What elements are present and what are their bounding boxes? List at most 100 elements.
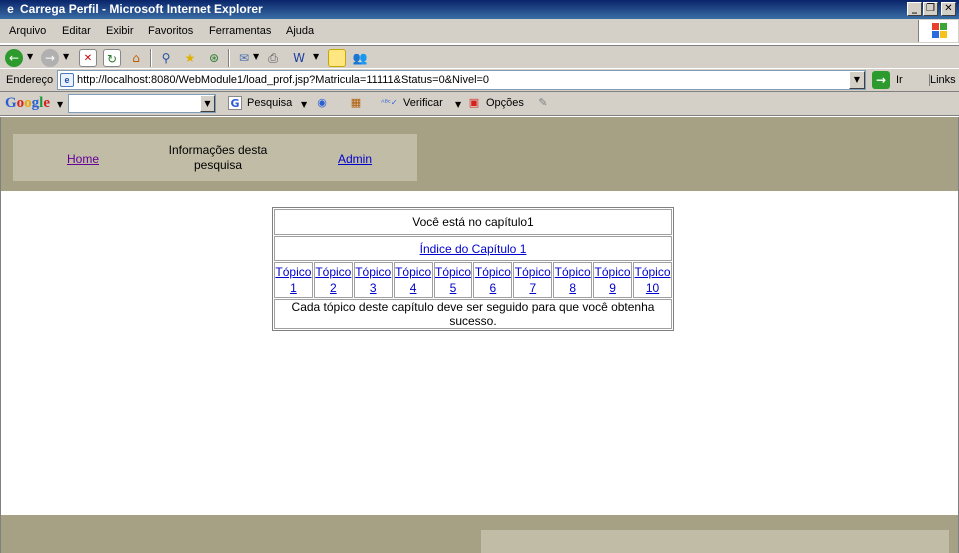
page-viewport: Home Informações desta pesquisa Admin Vo… <box>0 117 959 553</box>
topic-link-2[interactable]: Tópico 2 <box>315 265 351 295</box>
topic-word[interactable]: Tópico <box>275 265 311 279</box>
topic-word[interactable]: Tópico <box>355 265 391 279</box>
menu-favoritos[interactable]: Favoritos <box>148 25 193 37</box>
topic-cell: Tópico 2 <box>313 262 353 298</box>
address-url[interactable]: http://localhost:8080/WebModule1/load_pr… <box>77 74 489 86</box>
topic-number[interactable]: 5 <box>450 281 457 295</box>
topic-cell: Tópico 5 <box>433 262 473 298</box>
google-search-dropdown-icon[interactable]: ▼ <box>200 95 215 112</box>
topic-word[interactable]: Tópico <box>435 265 471 279</box>
topic-number[interactable]: 10 <box>646 281 659 295</box>
admin-link[interactable]: Admin <box>338 152 372 166</box>
menu-bar: Arquivo Editar Exibir Favoritos Ferramen… <box>0 19 959 44</box>
topic-number[interactable]: 2 <box>330 281 337 295</box>
options-icon[interactable]: ▣ <box>466 95 482 111</box>
ie-icon: e <box>7 2 14 16</box>
topic-number[interactable]: 1 <box>290 281 297 295</box>
topic-word[interactable]: Tópico <box>555 265 591 279</box>
restore-button[interactable]: ❐ <box>923 2 938 16</box>
topic-word[interactable]: Tópico <box>595 265 631 279</box>
go-button[interactable]: Ir <box>896 74 903 86</box>
menu-editar[interactable]: Editar <box>62 25 91 37</box>
messenger-icon[interactable]: 👥 <box>351 49 369 67</box>
google-search-button[interactable]: Pesquisa <box>247 97 292 109</box>
window-title: Carrega Perfil - Microsoft Internet Expl… <box>20 2 263 16</box>
topic-word[interactable]: Tópico <box>634 265 670 279</box>
forward-icon[interactable]: → <box>41 49 59 67</box>
topic-number[interactable]: 9 <box>609 281 616 295</box>
page-footer <box>1 515 958 553</box>
home-link[interactable]: Home <box>67 152 99 166</box>
google-search-input[interactable]: ▼ <box>68 94 216 113</box>
minimize-button[interactable]: _ <box>907 2 922 16</box>
globe-icon[interactable]: ◉ <box>314 95 330 111</box>
menu-ferramentas[interactable]: Ferramentas <box>209 25 271 37</box>
go-icon[interactable]: → <box>872 71 890 89</box>
topic-link-1[interactable]: Tópico 1 <box>275 265 311 295</box>
topic-cell: Tópico 10 <box>633 262 672 298</box>
close-button[interactable]: ✕ <box>941 2 956 16</box>
menu-exibir[interactable]: Exibir <box>106 25 134 37</box>
google-search-button-dropdown-icon[interactable]: ▼ <box>301 100 307 109</box>
edit-dropdown-icon[interactable]: ▼ <box>313 52 319 61</box>
verify-button[interactable]: Verificar <box>403 97 443 109</box>
mail-icon[interactable]: ✉ <box>235 49 253 67</box>
home-icon[interactable]: ⌂ <box>127 49 145 67</box>
topic-cell: Tópico 7 <box>513 262 553 298</box>
topic-cell: Tópico 1 <box>274 262 313 298</box>
topic-word[interactable]: Tópico <box>475 265 511 279</box>
favorites-icon[interactable]: ★ <box>181 49 199 67</box>
chapter-table: Você está no capítulo1 Índice do Capítul… <box>272 207 674 331</box>
mail-dropdown-icon[interactable]: ▼ <box>253 52 259 61</box>
chapter-index-cell: Índice do Capítulo 1 <box>274 236 672 261</box>
topic-cell: Tópico 6 <box>473 262 513 298</box>
links-button[interactable]: Links <box>929 74 956 86</box>
google-logo[interactable]: Google <box>5 95 50 112</box>
topic-word[interactable]: Tópico <box>515 265 551 279</box>
topic-link-9[interactable]: Tópico 9 <box>595 265 631 295</box>
google-search-icon[interactable]: G <box>228 96 242 110</box>
google-toolbar: Google ▼ ▼ G Pesquisa ▼ ◉ ▦ ᴬᴮᶜ✓ Verific… <box>0 92 959 116</box>
topic-link-3[interactable]: Tópico 3 <box>355 265 391 295</box>
page-icon: e <box>60 73 74 87</box>
address-label: Endereço <box>6 74 54 86</box>
search-icon[interactable]: ⚲ <box>157 49 175 67</box>
topic-link-8[interactable]: Tópico 8 <box>555 265 591 295</box>
title-bar: e Carrega Perfil - Microsoft Internet Ex… <box>0 0 959 19</box>
pencil-icon[interactable]: ✎ <box>535 95 551 111</box>
menu-arquivo[interactable]: Arquivo <box>9 25 46 37</box>
topic-number[interactable]: 6 <box>490 281 497 295</box>
history-icon[interactable]: ⊛ <box>205 49 223 67</box>
address-bar: Endereço e http://localhost:8080/WebModu… <box>0 69 959 92</box>
refresh-icon[interactable]: ↻ <box>103 49 121 67</box>
chapter-index-link[interactable]: Índice do Capítulo 1 <box>420 242 527 256</box>
topic-number[interactable]: 3 <box>370 281 377 295</box>
topic-number[interactable]: 7 <box>529 281 536 295</box>
topic-row: Tópico 1 Tópico 2 Tópico 3 Tópico 4 Tópico 5 Tópic… <box>274 262 672 298</box>
forward-dropdown-icon[interactable]: ▼ <box>63 52 69 61</box>
topic-number[interactable]: 8 <box>569 281 576 295</box>
spellcheck-icon[interactable]: ᴬᴮᶜ✓ <box>381 95 398 111</box>
topic-link-5[interactable]: Tópico 5 <box>435 265 471 295</box>
topic-link-7[interactable]: Tópico 7 <box>515 265 551 295</box>
topic-word[interactable]: Tópico <box>395 265 431 279</box>
topic-link-6[interactable]: Tópico 6 <box>475 265 511 295</box>
print-icon[interactable]: ⎙ <box>264 49 282 67</box>
topic-link-10[interactable]: Tópico 10 <box>634 265 670 295</box>
address-input[interactable]: e http://localhost:8080/WebModule1/load_… <box>57 70 866 90</box>
verify-dropdown-icon[interactable]: ▼ <box>455 100 461 109</box>
topic-number[interactable]: 4 <box>410 281 417 295</box>
topic-cell: Tópico 8 <box>553 262 593 298</box>
back-dropdown-icon[interactable]: ▼ <box>27 52 33 61</box>
popup-blocker-icon[interactable]: ▦ <box>348 95 364 111</box>
stop-icon[interactable]: ✕ <box>79 49 97 67</box>
options-button[interactable]: Opções <box>486 97 524 109</box>
menu-ajuda[interactable]: Ajuda <box>286 25 314 37</box>
address-dropdown-icon[interactable]: ▼ <box>849 71 865 89</box>
google-menu-dropdown-icon[interactable]: ▼ <box>57 100 63 109</box>
edit-icon[interactable]: W <box>290 49 308 67</box>
discuss-icon[interactable] <box>328 49 346 67</box>
topic-link-4[interactable]: Tópico 4 <box>395 265 431 295</box>
topic-word[interactable]: Tópico <box>315 265 351 279</box>
back-icon[interactable]: ← <box>5 49 23 67</box>
